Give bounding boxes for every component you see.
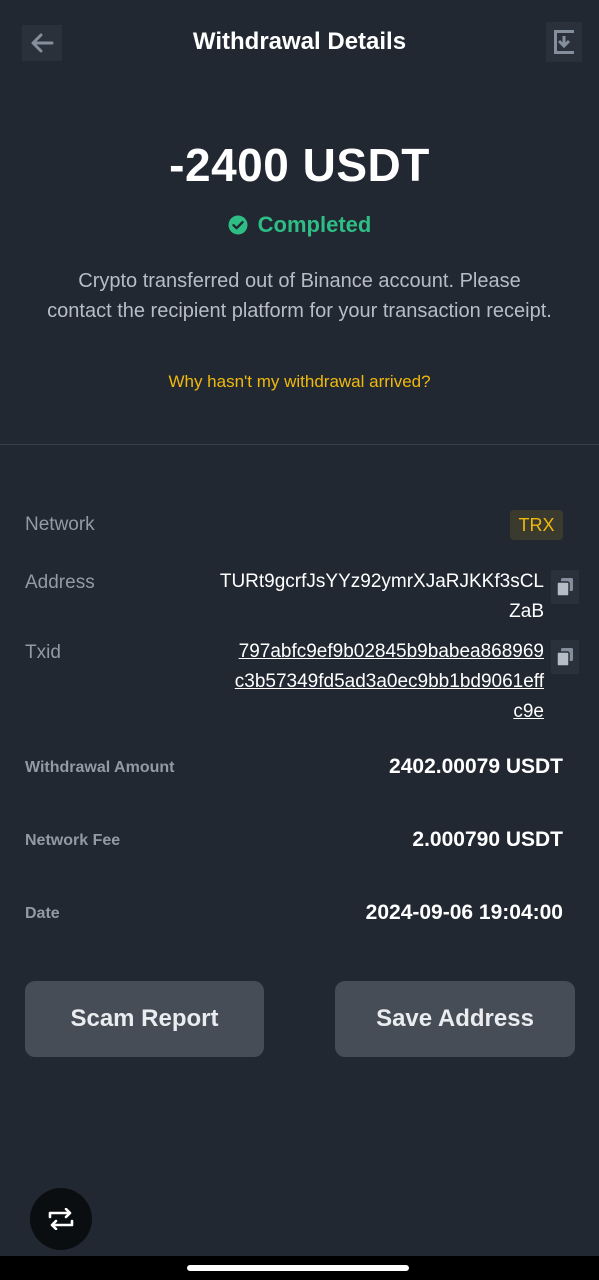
- section-divider: [0, 444, 599, 445]
- withdrawal-amount-label: Withdrawal Amount: [25, 759, 175, 776]
- check-circle-icon: [228, 215, 248, 235]
- copy-address-button[interactable]: [551, 570, 579, 604]
- status-label: Completed: [257, 212, 372, 237]
- status-indicator: Completed: [0, 212, 599, 238]
- status-description: Crypto transferred out of Binance accoun…: [47, 270, 552, 322]
- copy-txid-button[interactable]: [551, 640, 579, 674]
- withdrawal-amount-value: 2402.00079 USDT: [389, 755, 563, 778]
- copy-icon: [556, 578, 573, 597]
- network-label: Network: [25, 514, 95, 535]
- address-label: Address: [25, 572, 95, 593]
- network-fee-value: 2.000790 USDT: [412, 828, 563, 851]
- top-bar: Withdrawal Details: [0, 0, 599, 88]
- download-receipt-button[interactable]: [546, 22, 582, 62]
- copy-icon: [556, 648, 573, 667]
- withdrawal-amount-headline: -2400 USDT: [169, 139, 430, 191]
- txid-label: Txid: [25, 642, 61, 663]
- scam-report-button[interactable]: Scam Report: [25, 981, 264, 1057]
- network-fee-label: Network Fee: [25, 832, 121, 849]
- home-indicator[interactable]: [187, 1265, 409, 1271]
- date-value: 2024-09-06 19:04:00: [365, 901, 563, 924]
- date-label: Date: [25, 905, 60, 922]
- save-address-button[interactable]: Save Address: [335, 981, 575, 1057]
- txid-value-link[interactable]: 797abfc9ef9b02845b9babea868969c3b57349fd…: [234, 637, 544, 727]
- address-value: TURt9gcrfJsYYz92ymrXJaRJKKf3sCLZaB: [219, 571, 544, 622]
- swap-arrows-icon: [48, 1208, 74, 1230]
- withdrawal-help-link[interactable]: Why hasn't my withdrawal arrived?: [0, 372, 599, 392]
- network-badge: TRX: [510, 510, 563, 540]
- switch-floating-button[interactable]: [30, 1188, 92, 1250]
- page-title: Withdrawal Details: [192, 28, 407, 55]
- download-receipt-icon: [554, 30, 574, 54]
